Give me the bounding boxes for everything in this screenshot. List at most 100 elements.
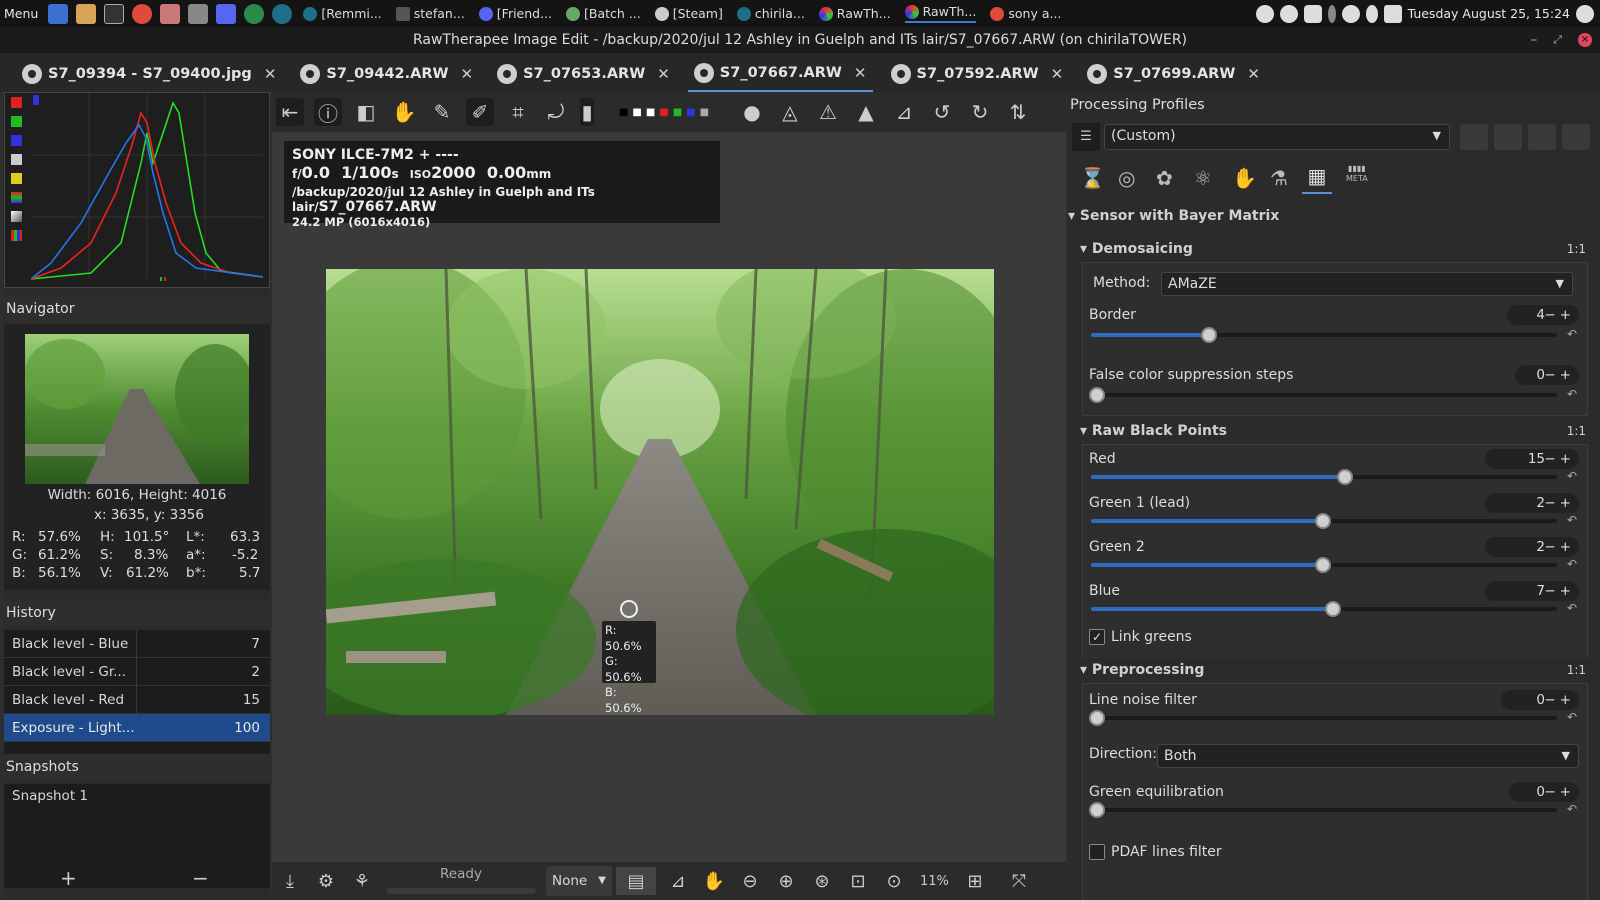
preprocessing-header[interactable]: ▾ Preprocessing 1:1 (1080, 658, 1590, 682)
shadow-clip-icon[interactable]: ◬ (776, 98, 804, 126)
remmina-tray-icon[interactable] (1279, 4, 1298, 23)
history-row[interactable]: Black level - Red 15 (4, 686, 270, 714)
channel-buttons[interactable]: ■ ■ ■ ■ ■ ■ ■ (604, 98, 728, 126)
output-profile-select[interactable]: None ▼ (546, 866, 612, 896)
sensor-bayer-header[interactable]: ▾ Sensor with Bayer Matrix (1068, 204, 1578, 228)
histogram-raw-toggle[interactable] (11, 192, 22, 203)
app-launcher-icon[interactable] (48, 3, 69, 24)
app-icon-2[interactable] (188, 3, 209, 24)
histogram-red-toggle[interactable] (11, 97, 22, 108)
green1-slider[interactable] (1091, 513, 1557, 529)
history-header[interactable]: History (4, 600, 270, 626)
user-icon[interactable] (1341, 4, 1360, 23)
task-item[interactable]: RawTh... (818, 6, 891, 21)
method-select[interactable]: AMaZE ▼ (1161, 272, 1573, 296)
tab-image[interactable]: S7_09394 - S7_09400.jpg ✕ (16, 56, 282, 92)
detail-tab-icon[interactable]: ◎ (1118, 166, 1135, 190)
advanced-tab-icon[interactable]: ⚛ (1194, 166, 1212, 190)
snapshot-item[interactable]: Snapshot 1 (12, 788, 88, 804)
task-item-active[interactable]: RawTh... (904, 4, 977, 23)
tab-image-active[interactable]: S7_07667.ARW ✕ (687, 56, 873, 92)
reset-icon[interactable]: ↶ (1567, 469, 1577, 483)
color-picker-icon[interactable]: ✐ (466, 98, 494, 126)
fullscreen-icon[interactable]: ⤧ (1005, 867, 1033, 895)
terminal-icon[interactable] (104, 3, 125, 24)
border-spinner[interactable]: 4 −+ (1507, 305, 1579, 325)
green-eq-slider[interactable] (1089, 802, 1557, 818)
task-item[interactable]: [Friend... (478, 6, 552, 21)
green2-slider[interactable] (1091, 557, 1557, 573)
profile-select[interactable]: (Custom) ▼ (1104, 124, 1450, 150)
reset-icon[interactable]: ↶ (1567, 327, 1577, 341)
start-menu-button[interactable]: Menu (0, 6, 44, 21)
app-icon[interactable] (160, 3, 181, 24)
discord-icon[interactable] (216, 3, 237, 24)
snapshots-header[interactable]: Snapshots (4, 754, 270, 780)
tab-image[interactable]: S7_07653.ARW ✕ (491, 56, 676, 92)
task-item[interactable]: [Steam] (654, 6, 723, 21)
remove-snapshot-button[interactable]: − (192, 868, 209, 888)
app-tray-icon[interactable] (1576, 4, 1594, 23)
navigator-header[interactable]: Navigator (4, 296, 270, 322)
color-tab-icon[interactable]: ✿ (1156, 166, 1173, 190)
tab-image[interactable]: S7_07592.ARW ✕ (885, 56, 1070, 92)
lens-tab-icon[interactable]: ⚗ (1270, 166, 1288, 190)
green2-spinner[interactable]: 2 −+ (1485, 537, 1579, 557)
close-tab-icon[interactable]: ✕ (1051, 65, 1064, 83)
reset-icon[interactable]: ↶ (1567, 710, 1577, 724)
green1-spinner[interactable]: 2 −+ (1485, 493, 1579, 513)
add-snapshot-button[interactable]: + (60, 868, 77, 888)
bluetooth-icon[interactable] (1327, 4, 1336, 23)
maximize-icon[interactable]: ⤢ (1553, 27, 1562, 53)
soft-proof-icon[interactable]: ▤ (616, 867, 656, 895)
info-icon[interactable]: ⓘ (314, 98, 342, 126)
image-viewer[interactable]: SONY ILCE-7M2 + ---- f/0.0 1/100s ISO200… (272, 132, 1066, 862)
focus-mask-icon[interactable]: ● (738, 98, 766, 126)
photo-preview[interactable] (326, 269, 994, 715)
zoom-out-icon[interactable]: ⊖ (736, 867, 764, 895)
close-tab-icon[interactable]: ✕ (854, 64, 867, 82)
task-item[interactable]: chirila... (736, 6, 805, 21)
remmina-icon[interactable] (272, 3, 293, 24)
histogram-bar-toggle[interactable] (11, 211, 22, 222)
straighten-icon[interactable]: ⤾ (542, 98, 570, 126)
border-slider[interactable] (1091, 327, 1557, 343)
preview-mode-icon[interactable]: ▮ (580, 98, 594, 126)
blue-slider[interactable] (1091, 601, 1557, 617)
power-icon[interactable] (1383, 4, 1402, 23)
reset-icon[interactable]: ↶ (1567, 601, 1577, 615)
white-balance-picker-icon[interactable]: ✎ (428, 98, 456, 126)
rotate-left-icon[interactable]: ↺ (928, 98, 956, 126)
task-item[interactable]: [Remmi... (303, 6, 382, 21)
line-noise-slider[interactable] (1089, 710, 1557, 726)
gamut-check-icon[interactable]: ⊿ (664, 867, 692, 895)
flip-icon[interactable]: ⇅ (1004, 98, 1032, 126)
histogram-blue-toggle[interactable] (11, 135, 22, 146)
queue-icon[interactable]: ⚙ (312, 867, 340, 895)
rotate-right-icon[interactable]: ↻ (966, 98, 994, 126)
steam-tray-icon[interactable] (1255, 4, 1274, 23)
hide-left-panel-icon[interactable]: ⇤ (276, 98, 304, 126)
external-editor-icon[interactable]: ⚘ (348, 867, 376, 895)
close-tab-icon[interactable]: ✕ (461, 65, 474, 83)
raw-tab-icon[interactable]: ▦ (1302, 164, 1332, 194)
demosaicing-header[interactable]: ▾ Demosaicing 1:1 (1080, 237, 1590, 261)
hand-icon[interactable]: ✋ (700, 867, 728, 895)
before-after-icon[interactable]: ◧ (352, 98, 380, 126)
raw-black-points-header[interactable]: ▾ Raw Black Points 1:1 (1080, 419, 1590, 443)
close-tab-icon[interactable]: ✕ (264, 65, 277, 83)
discord-tray-icon[interactable] (1303, 4, 1322, 23)
open-profile-icon[interactable] (1460, 124, 1488, 150)
pen-icon[interactable] (1365, 4, 1378, 23)
save-image-icon[interactable]: ⤓ (276, 867, 304, 895)
zoom-100-icon[interactable]: ⊙ (880, 867, 908, 895)
direction-select[interactable]: Both ▼ (1157, 744, 1579, 768)
folder-icon[interactable] (76, 3, 97, 24)
reset-icon[interactable]: ↶ (1567, 513, 1577, 527)
transform-tab-icon[interactable]: ✋ (1232, 166, 1257, 190)
red-spinner[interactable]: 15 −+ (1485, 449, 1579, 469)
pdaf-checkbox[interactable] (1089, 844, 1105, 860)
red-slider[interactable] (1091, 469, 1557, 485)
app-icon-3[interactable] (244, 3, 265, 24)
crop-icon[interactable]: ⌗ (504, 98, 532, 126)
